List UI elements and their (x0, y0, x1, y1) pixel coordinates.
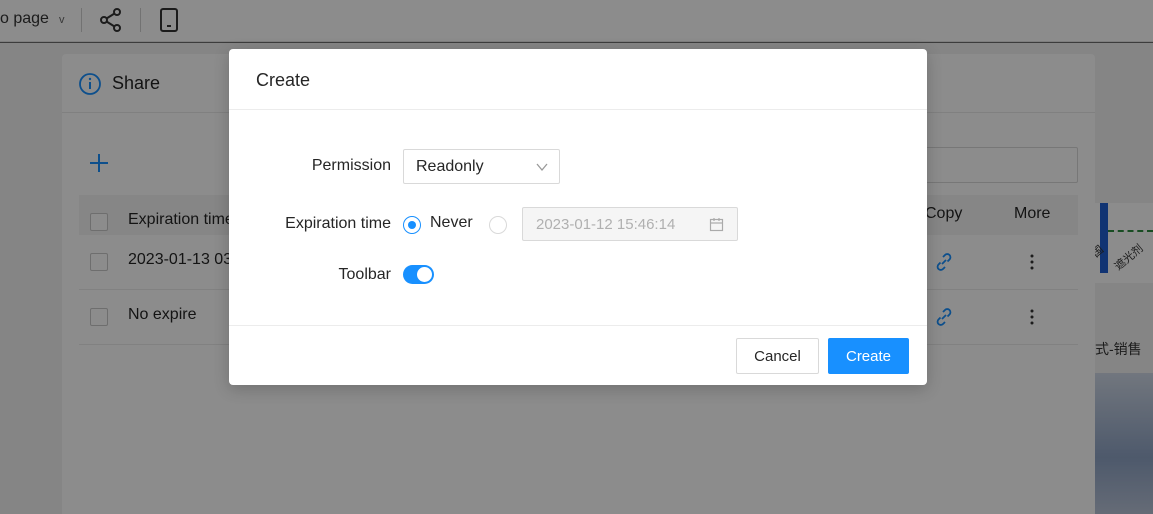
create-modal-title: Create (256, 70, 311, 90)
create-button[interactable]: Create (828, 338, 909, 374)
toolbar-label: Toolbar (338, 266, 391, 283)
expiration-label: Expiration time (285, 215, 391, 232)
chevron-down-icon (536, 163, 548, 172)
never-radio[interactable] (403, 216, 421, 234)
toggle-knob (417, 267, 432, 282)
create-modal-footer: Cancel Create (229, 325, 927, 385)
expiration-date-value: 2023-01-12 15:46:14 (536, 216, 676, 233)
permission-select[interactable]: Readonly (403, 149, 560, 184)
calendar-icon (709, 218, 724, 232)
date-radio[interactable] (489, 216, 507, 234)
create-modal: Create Permission Readonly Expiration ti… (229, 49, 927, 385)
permission-label: Permission (311, 157, 391, 174)
cancel-button[interactable]: Cancel (736, 338, 819, 374)
permission-value: Readonly (416, 158, 484, 175)
expiration-date-picker[interactable]: 2023-01-12 15:46:14 (522, 207, 738, 241)
toolbar-toggle[interactable] (403, 265, 434, 284)
never-radio-label[interactable]: Never (430, 214, 473, 232)
create-modal-header: Create (229, 49, 927, 110)
